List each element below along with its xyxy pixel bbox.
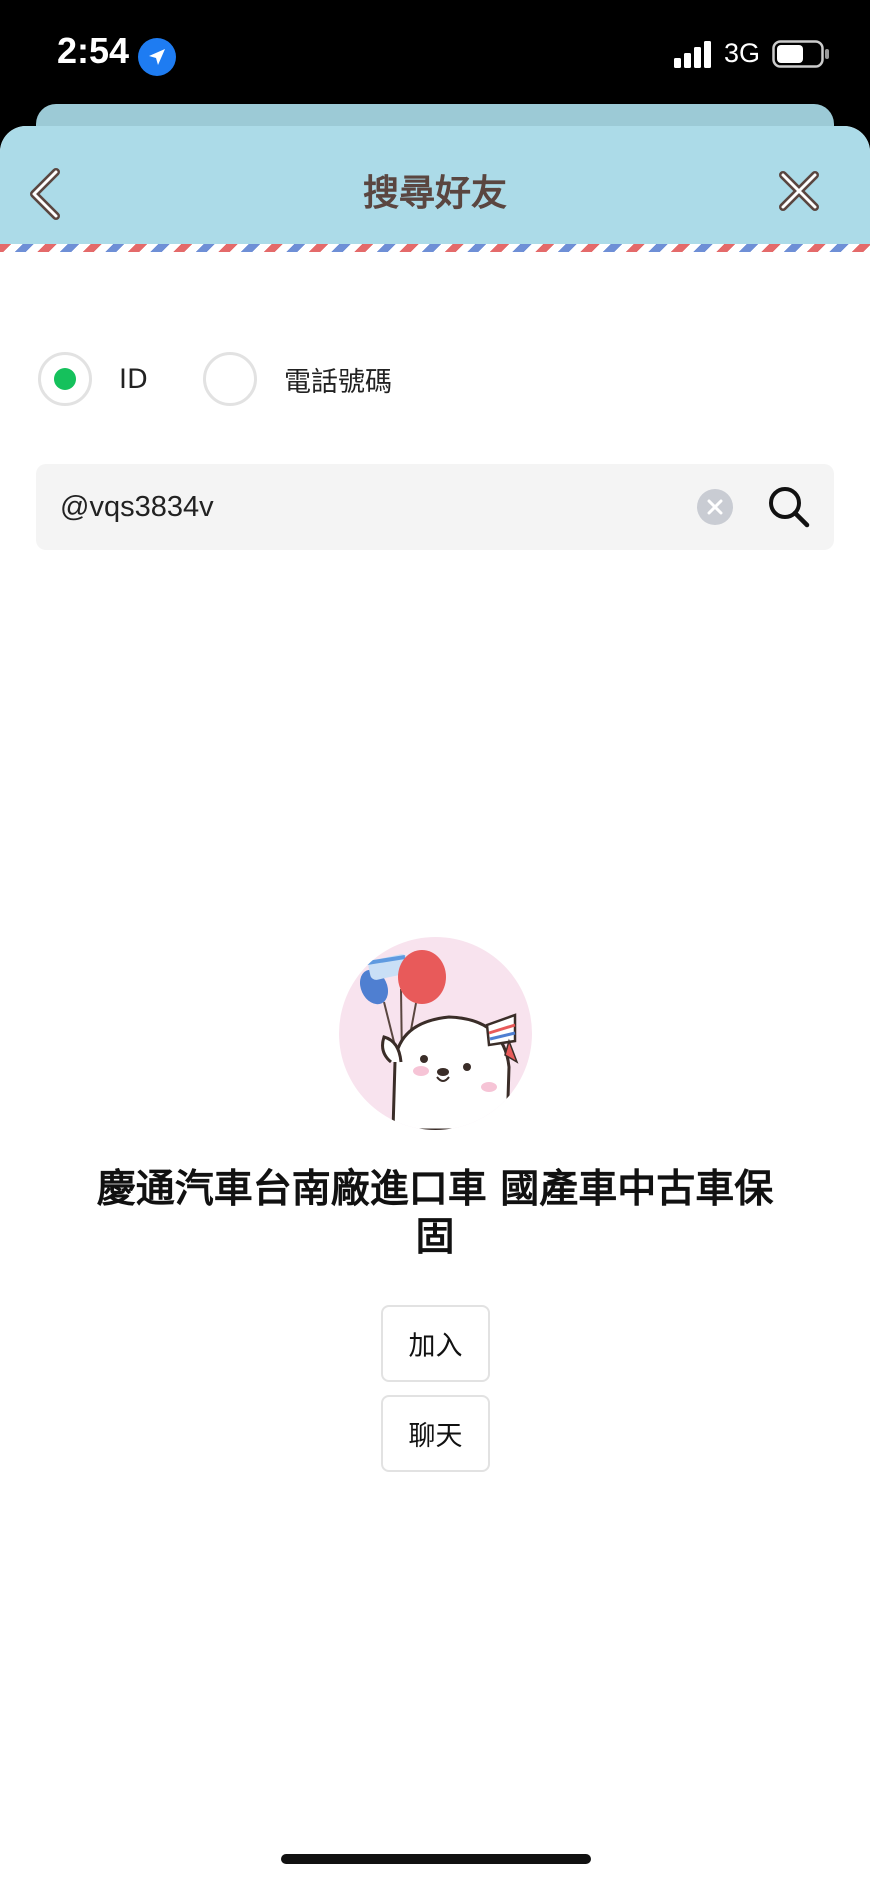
profile-name: 慶通汽車台南廠進口車 國產車中古車保固 [96, 1167, 774, 1260]
home-indicator[interactable] [281, 1854, 591, 1864]
close-icon [779, 171, 819, 211]
close-button[interactable] [774, 166, 824, 216]
clear-button[interactable] [697, 489, 733, 525]
search-button[interactable] [764, 482, 814, 532]
signal-icon [674, 41, 711, 68]
radio-label-id: ID [119, 363, 148, 395]
radio-option-id[interactable]: ID [38, 352, 148, 406]
search-friend-sheet: 搜尋好友 ID 電話號碼 @vqs3834v 慶通汽車台南廠進口車 國產車中古車… [0, 126, 870, 1883]
search-box [36, 464, 834, 550]
add-friend-button[interactable]: 加入 [381, 1305, 490, 1382]
location-arrow-icon [138, 38, 176, 76]
network-label: 3G [724, 38, 761, 68]
chat-button[interactable]: 聊天 [381, 1395, 490, 1472]
radio-button-phone[interactable] [203, 352, 257, 406]
status-time: 2:54 [57, 30, 130, 71]
screen: 2:54 3G 搜尋好友 ID 電話號碼 @vqs3834v 慶通汽車台南廠進口… [0, 0, 870, 1883]
radio-option-phone[interactable]: 電話號碼 [203, 352, 392, 406]
search-input[interactable] [60, 486, 660, 528]
airmail-stripe [0, 244, 870, 252]
radio-selected-dot [54, 368, 76, 390]
status-bar: 2:54 3G [0, 0, 870, 110]
radio-label-phone: 電話號碼 [284, 366, 392, 398]
page-title: 搜尋好友 [362, 173, 507, 214]
battery-icon [772, 40, 829, 68]
search-icon [769, 487, 810, 528]
seal-with-balloons-illustration [359, 950, 519, 1130]
header: 搜尋好友 [0, 126, 870, 244]
radio-button-id[interactable] [38, 352, 92, 406]
clear-icon [707, 499, 723, 515]
profile-avatar [339, 937, 532, 1130]
